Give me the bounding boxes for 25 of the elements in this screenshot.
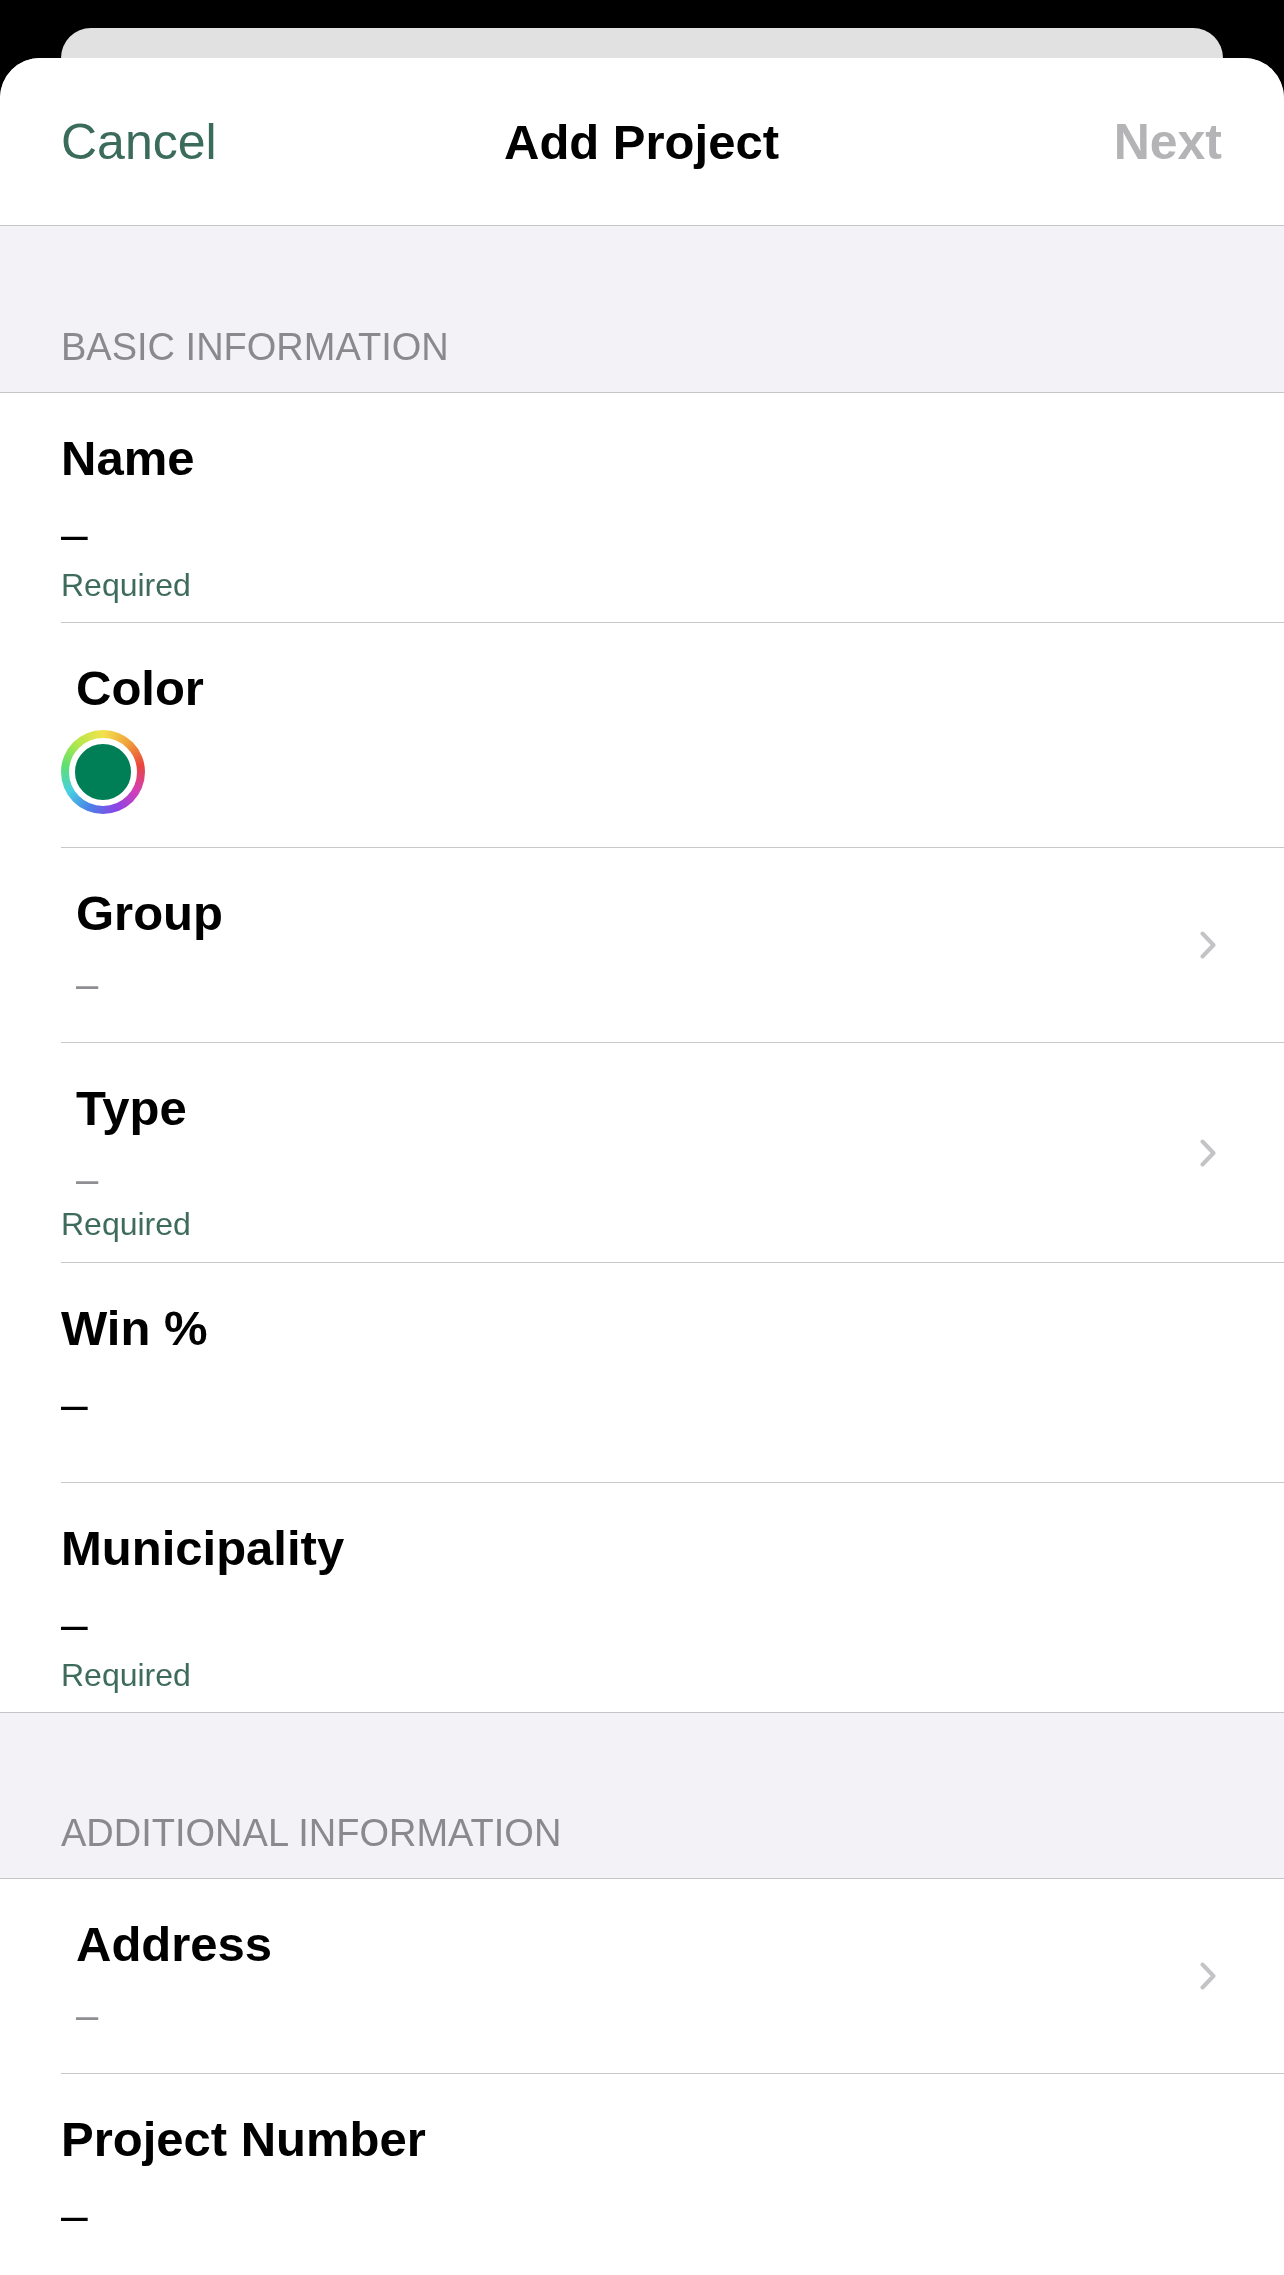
field-label: Municipality	[61, 1520, 345, 1577]
chevron-icon	[1200, 1138, 1216, 1167]
field-label: Type	[76, 1080, 187, 1137]
field-value: –	[61, 1377, 88, 1433]
field-label: Address	[76, 1916, 273, 1973]
chevron-icon	[1200, 1962, 1216, 1990]
picker-field[interactable]: –	[76, 959, 99, 1009]
picker-field[interactable]: –	[76, 1154, 99, 1204]
field-label: Color	[76, 660, 204, 717]
required-hint: Required	[61, 1656, 191, 1695]
picker-field[interactable]: –	[76, 1990, 99, 2040]
section-header: ADDITIONAL INFORMATION	[61, 1811, 562, 1856]
field-label: Win %	[61, 1300, 208, 1357]
screen-title: Add Project	[504, 113, 779, 171]
field-label: Project Number	[61, 2111, 426, 2168]
required-hint: Required	[61, 566, 191, 605]
chevron-icon	[1200, 931, 1216, 959]
cancel-button[interactable]: Cancel	[61, 111, 217, 172]
field-label: Group	[76, 885, 223, 942]
field-value: –	[61, 507, 88, 563]
required-hint: Required	[61, 1205, 191, 1244]
section-header: BASIC INFORMATION	[61, 325, 449, 370]
field-label: Name	[61, 430, 195, 487]
field-value: –	[61, 2188, 88, 2244]
field-value: –	[61, 1597, 88, 1653]
